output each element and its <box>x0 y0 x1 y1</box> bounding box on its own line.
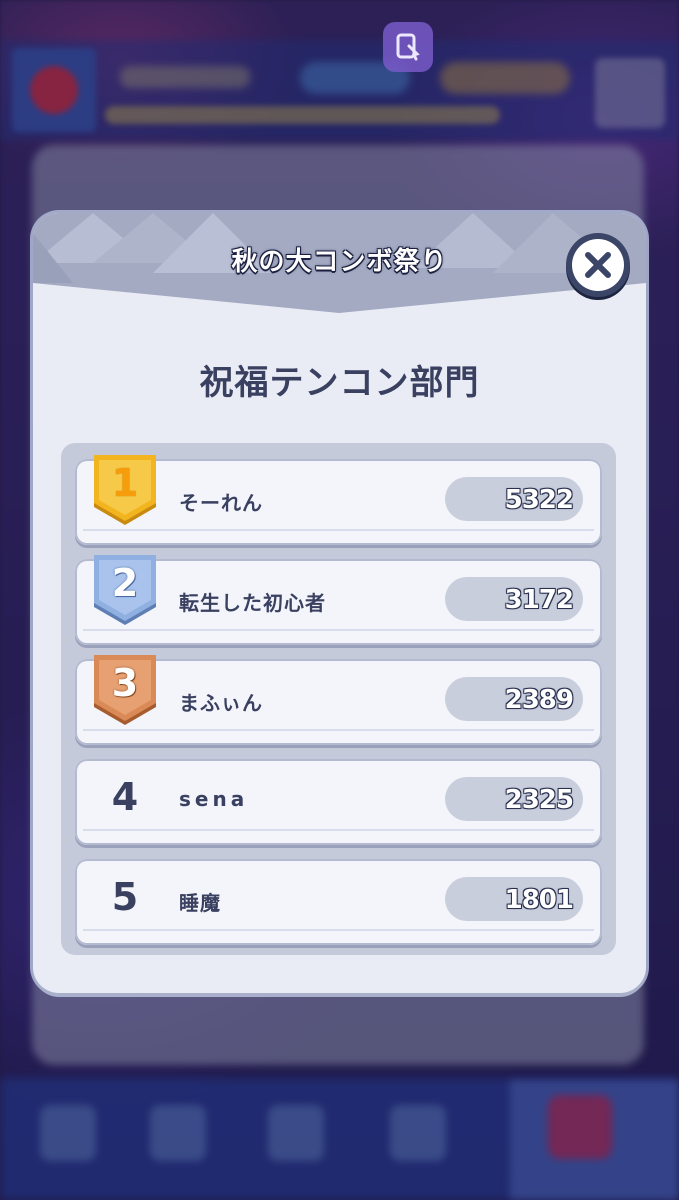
ranking-row[interactable]: 2 転生した初心者 3172 <box>75 555 602 645</box>
rank-number: 5 <box>111 875 139 919</box>
player-name: まふぃん <box>179 691 263 715</box>
modal-header: 秋の大コンボ祭り <box>33 213 646 313</box>
rank-badge-silver: 2 <box>90 553 160 629</box>
ranking-row[interactable]: 4 sena 2325 <box>75 759 602 845</box>
modal-title: 秋の大コンボ祭り <box>231 247 448 277</box>
rank-badge-gold: 1 <box>90 453 160 529</box>
player-name: sena <box>179 787 249 811</box>
score-value: 3172 <box>504 585 574 615</box>
score-value: 2389 <box>504 685 574 715</box>
rank-number: 3 <box>111 661 139 705</box>
score-value: 2325 <box>504 785 574 815</box>
ranking-row[interactable]: 1 そーれん 5322 <box>75 455 602 545</box>
rank-number: 2 <box>111 561 139 605</box>
rank-number: 4 <box>111 775 139 819</box>
player-name: 転生した初心者 <box>179 591 326 615</box>
rank-number: 1 <box>111 461 139 505</box>
pin-button[interactable] <box>383 22 433 72</box>
close-button[interactable] <box>566 233 630 297</box>
score-pill: 2389 <box>445 677 583 721</box>
ranking-row[interactable]: 5 睡魔 1801 <box>75 859 602 945</box>
ranking-list: 1 そーれん 5322 2 転生した初心者 3172 3 まふぃん 2389 4… <box>61 443 616 955</box>
ranking-modal: 秋の大コンボ祭り 祝福テンコン部門 1 そーれん 5322 2 転生した初心者 … <box>33 213 646 993</box>
score-pill: 1801 <box>445 877 583 921</box>
score-value: 5322 <box>504 485 574 515</box>
score-pill: 5322 <box>445 477 583 521</box>
close-button-face <box>572 239 624 291</box>
player-name: 睡魔 <box>179 891 221 915</box>
rank-badge-bronze: 3 <box>90 653 160 729</box>
ranking-row[interactable]: 3 まふぃん 2389 <box>75 655 602 745</box>
score-value: 1801 <box>504 885 574 915</box>
close-icon <box>585 252 611 278</box>
pin-icon <box>383 22 433 72</box>
score-pill: 3172 <box>445 577 583 621</box>
score-pill: 2325 <box>445 777 583 821</box>
section-title: 祝福テンコン部門 <box>199 363 480 403</box>
player-name: そーれん <box>179 491 263 515</box>
